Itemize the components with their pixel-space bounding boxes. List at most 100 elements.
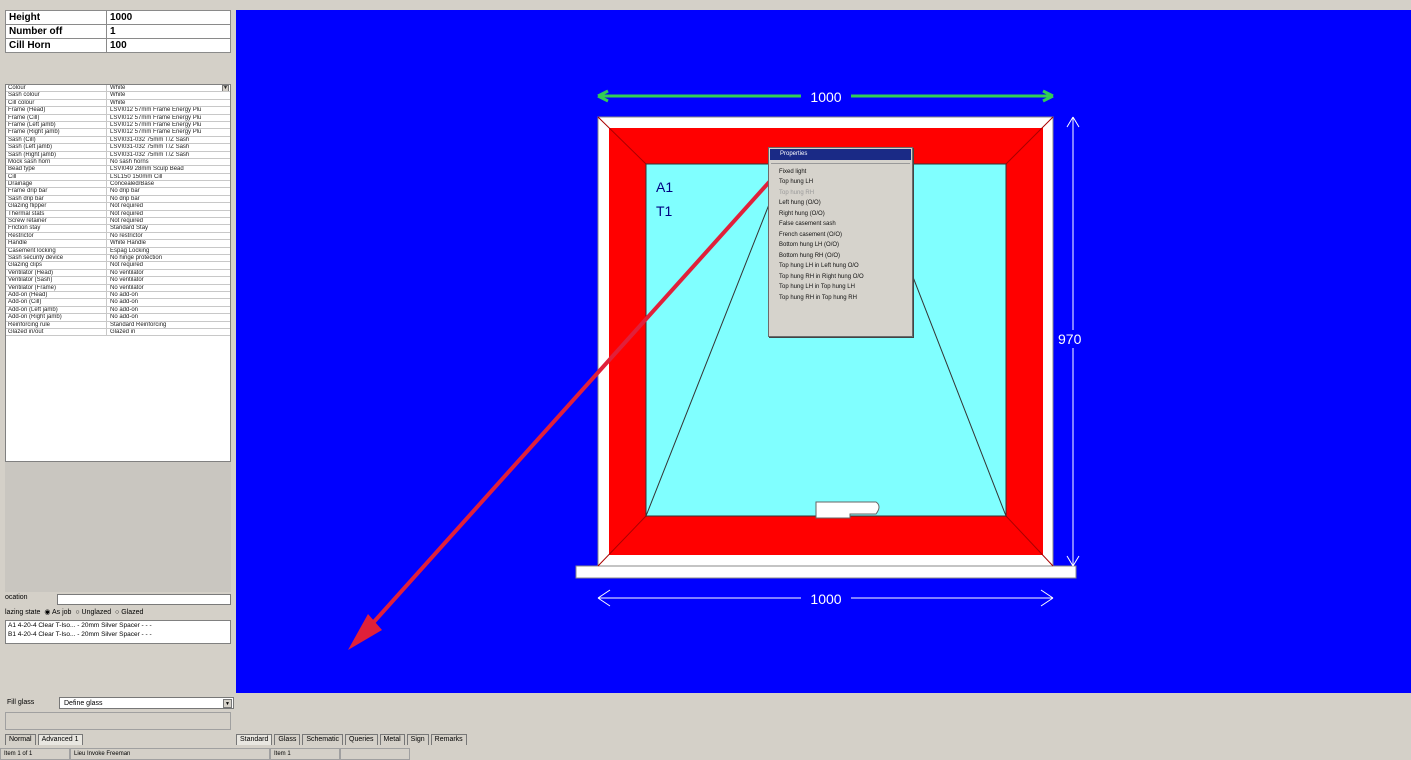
bottom-tab[interactable]: Sign xyxy=(406,734,429,745)
radio-glazed[interactable]: ○ Glazed xyxy=(113,609,143,616)
property-value[interactable]: No add-on xyxy=(107,292,230,298)
property-row[interactable]: Colour White ▼ xyxy=(6,85,230,93)
property-value[interactable]: LSVI031-032 75mm T/Z Sash xyxy=(107,144,230,150)
fill-glass-select[interactable]: Define glass ▼ xyxy=(59,697,234,709)
menu-item[interactable]: Right hung (O/O) xyxy=(769,209,912,220)
property-row[interactable]: Add-on (Cill) No add-on xyxy=(6,299,230,307)
dimension-value[interactable]: 100 xyxy=(106,38,231,53)
property-value[interactable]: LSVI031-032 75mm T/Z Sash xyxy=(107,137,230,143)
glass-list[interactable]: A1 4-20-4 Clear T-Iso... - 20mm Silver S… xyxy=(5,620,231,644)
menu-item[interactable]: Top hung LH xyxy=(769,177,912,188)
property-value[interactable]: No drip bar xyxy=(107,188,230,194)
bottom-tab[interactable]: Schematic xyxy=(302,734,344,745)
property-row[interactable]: Screw retainer Not required xyxy=(6,218,230,226)
property-row[interactable]: Sash drip bar No drip bar xyxy=(6,195,230,204)
property-row[interactable]: Frame (Right jamb) LSVI012 57mm Frame Ene… xyxy=(6,129,230,137)
property-value[interactable]: No hinge protection xyxy=(107,255,230,261)
property-grid[interactable]: Colour White ▼ Sash colour White Cill colour W… xyxy=(5,84,231,462)
property-value[interactable]: No add-on xyxy=(107,307,230,313)
property-value[interactable]: White xyxy=(107,100,230,106)
property-value[interactable]: Standard Stay xyxy=(107,225,230,231)
property-value[interactable]: LSVI049 28mm Sculp Bead xyxy=(107,166,230,172)
property-value[interactable]: No ventilator xyxy=(107,285,230,291)
property-value[interactable]: White ▼ xyxy=(107,85,230,92)
property-row[interactable]: Sash (Cill) LSVI031-032 75mm T/Z Sash xyxy=(6,136,230,145)
dimension-value[interactable]: 1 xyxy=(106,24,231,39)
property-row[interactable]: Sash (Left jamb) LSVI031-032 75mm T/Z Sas… xyxy=(6,144,230,152)
property-value[interactable]: Not required xyxy=(107,203,230,209)
menu-item[interactable]: Top hung LH in Top hung LH xyxy=(769,282,912,293)
property-value[interactable]: No ventilator xyxy=(107,270,230,276)
menu-item[interactable]: Top hung RH in Top hung RH xyxy=(769,293,912,304)
menu-item[interactable]: Bottom hung LH (O/O) xyxy=(769,240,912,251)
property-row[interactable]: Thermal stats Not required xyxy=(6,210,230,219)
property-value[interactable]: LSL150 150mm Cill xyxy=(107,174,230,180)
context-menu[interactable]: Properties Fixed light Top hung LH Top hung… xyxy=(768,147,913,337)
property-row[interactable]: Restrictor No restrictor xyxy=(6,232,230,241)
property-row[interactable]: Frame (Left jamb) LSVI012 57mm Frame Ener… xyxy=(6,121,230,130)
property-value[interactable]: Not required xyxy=(107,218,230,224)
menu-item[interactable]: Fixed light xyxy=(769,167,912,178)
property-row[interactable]: Glazing clips Not required xyxy=(6,262,230,270)
property-row[interactable]: Ventilator (Head) No ventilator xyxy=(6,269,230,278)
radio-unglazed[interactable]: ○ Unglazed xyxy=(73,609,111,616)
chevron-down-icon[interactable]: ▼ xyxy=(223,699,232,708)
property-value[interactable]: LSVI031-032 75mm T/Z Sash xyxy=(107,152,230,158)
menu-item[interactable]: French casement (O/O) xyxy=(769,230,912,241)
property-value[interactable]: Not required xyxy=(107,211,230,217)
glass-list-item[interactable]: B1 4-20-4 Clear T-Iso... - 20mm Silver S… xyxy=(6,630,230,639)
property-row[interactable]: Add-on (Left jamb) No add-on xyxy=(6,306,230,315)
property-row[interactable]: Handle White Handle xyxy=(6,240,230,248)
bottom-tab[interactable]: Metal xyxy=(379,734,405,745)
tab-advanced[interactable]: Advanced 1 xyxy=(37,734,83,745)
location-input[interactable] xyxy=(57,594,231,605)
property-row[interactable]: Ventilator (Frame) No ventilator xyxy=(6,284,230,292)
property-row[interactable]: Sash (Right jamb) LSVI031-032 75mm T/Z Sa… xyxy=(6,151,230,159)
menu-item[interactable]: False casement sash xyxy=(769,219,912,230)
property-row[interactable]: Ventilator (Sash) No ventilator xyxy=(6,277,230,285)
menu-item[interactable]: Bottom hung RH (O/O) xyxy=(769,251,912,262)
bottom-tab[interactable]: Remarks xyxy=(430,734,467,745)
property-value[interactable]: No ventilator xyxy=(107,277,230,283)
property-row[interactable]: Cill LSL150 150mm Cill xyxy=(6,173,230,182)
property-row[interactable]: Add-on (Head) No add-on xyxy=(6,291,230,300)
property-row[interactable]: Glazed in/out Glazed in xyxy=(6,328,230,337)
drawing-canvas[interactable]: 1000 970 1000 A1 T1 Properties Fixed ligh… xyxy=(236,10,1411,693)
property-value[interactable]: No sash horns xyxy=(107,159,230,165)
property-row[interactable]: Glazing flipper Not required xyxy=(6,203,230,211)
property-row[interactable]: Frame (Head) LSVI012 57mm Frame Energy Pl… xyxy=(6,107,230,115)
property-row[interactable]: Friction stay Standard Stay xyxy=(6,225,230,233)
property-row[interactable]: Casement locking Espag Locking xyxy=(6,247,230,255)
radio-as-job[interactable]: ◉ As job xyxy=(42,609,71,616)
property-value[interactable]: No drip bar xyxy=(107,196,230,202)
property-value[interactable]: Standard Reinforcing xyxy=(107,322,230,328)
property-row[interactable]: Sash colour White xyxy=(6,92,230,100)
property-value[interactable]: Espag Locking xyxy=(107,248,230,254)
property-row[interactable]: Add-on (Right jamb) No add-on xyxy=(6,314,230,322)
property-row[interactable]: Mock sash horn No sash horns xyxy=(6,158,230,167)
property-row[interactable]: Sash security device No hinge protection xyxy=(6,254,230,263)
property-value[interactable]: Concealed/Base xyxy=(107,181,230,187)
bottom-tab[interactable]: Glass xyxy=(274,734,301,745)
bottom-tab[interactable]: Queries xyxy=(345,734,378,745)
chevron-down-icon[interactable]: ▼ xyxy=(222,85,229,92)
menu-item[interactable]: Top hung LH in Left hung O/O xyxy=(769,261,912,272)
property-value[interactable]: Not required xyxy=(107,262,230,268)
property-row[interactable]: Bead type LSVI049 28mm Sculp Bead xyxy=(6,166,230,174)
dimension-value[interactable]: 1000 xyxy=(106,10,231,25)
property-value[interactable]: Glazed in xyxy=(107,329,230,335)
property-row[interactable]: Drainage Concealed/Base xyxy=(6,181,230,189)
property-value[interactable]: No add-on xyxy=(107,299,230,305)
property-value[interactable]: LSVI012 57mm Frame Energy Plu xyxy=(107,122,230,128)
property-value[interactable]: White Handle xyxy=(107,240,230,246)
property-value[interactable]: No add-on xyxy=(107,314,230,320)
property-row[interactable]: Cill colour White xyxy=(6,99,230,108)
bottom-tab[interactable]: Standard xyxy=(236,734,273,745)
property-value[interactable]: LSVI012 57mm Frame Energy Plu xyxy=(107,107,230,113)
property-row[interactable]: Frame drip bar No drip bar xyxy=(6,188,230,196)
property-row[interactable]: Frame (Cill) LSVI012 57mm Frame Energy Pl… xyxy=(6,114,230,122)
menu-item[interactable]: Properties xyxy=(770,149,911,160)
property-value[interactable]: White xyxy=(107,92,230,98)
property-row[interactable]: Reinforcing rule Standard Reinforcing xyxy=(6,321,230,329)
tab-normal[interactable]: Normal xyxy=(5,734,36,745)
